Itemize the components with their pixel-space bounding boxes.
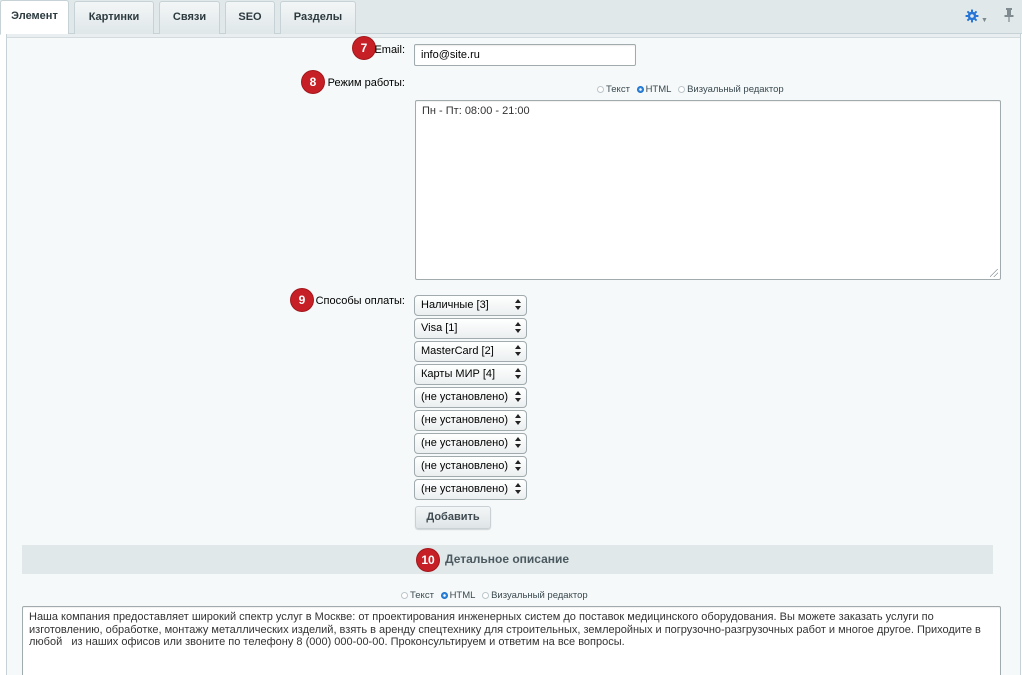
tab-element[interactable]: Элемент xyxy=(0,0,69,35)
tab-label: Разделы xyxy=(293,11,343,23)
tab-pictures[interactable]: Картинки xyxy=(74,1,154,34)
step-badge-8: 8 xyxy=(302,71,324,93)
payment-select[interactable]: Наличные [3] xyxy=(414,295,527,316)
select-arrows-icon xyxy=(515,299,521,312)
hours-mode-switch: Текст HTML Визуальный редактор xyxy=(597,84,788,96)
payment-select[interactable]: (не установлено) xyxy=(414,456,527,477)
chevron-down-icon: ▼ xyxy=(981,17,988,24)
pin-icon[interactable] xyxy=(1003,7,1015,25)
email-label: Email: xyxy=(374,44,405,56)
email-field[interactable] xyxy=(414,44,636,66)
tab-seo[interactable]: SEO xyxy=(225,1,275,34)
payment-select[interactable]: MasterCard [2] xyxy=(414,341,527,362)
select-arrows-icon xyxy=(515,322,521,335)
select-arrows-icon xyxy=(515,391,521,404)
select-arrows-icon xyxy=(515,437,521,450)
radio-selected-icon xyxy=(636,86,644,93)
step-badge-7: 7 xyxy=(353,37,375,59)
select-value: (не установлено) xyxy=(421,414,508,426)
tab-sections[interactable]: Разделы xyxy=(280,1,356,34)
mode-label: Текст xyxy=(410,590,434,601)
select-arrows-icon xyxy=(515,345,521,358)
hours-mode-text[interactable]: Текст xyxy=(597,84,630,95)
mode-label: Текст xyxy=(606,84,630,95)
hours-text: Пн - Пт: 08:00 - 21:00 xyxy=(422,105,530,117)
description-text: Наша компания предоставляет широкий спек… xyxy=(29,611,984,648)
radio-icon xyxy=(401,592,408,599)
section-title: Детальное описание xyxy=(445,552,570,566)
description-mode-html[interactable]: HTML xyxy=(440,590,476,601)
element-form: 7 Email: 8 Режим работы: Текст HTML Визу… xyxy=(6,34,1021,675)
select-arrows-icon xyxy=(515,460,521,473)
tab-label: Картинки xyxy=(88,11,140,23)
scroll-top-edge xyxy=(7,34,1020,38)
hours-mode-html[interactable]: HTML xyxy=(636,84,672,95)
select-value: (не установлено) xyxy=(421,437,508,449)
select-value: (не установлено) xyxy=(421,483,508,495)
tab-bar: Элемент Картинки Связи SEO Разделы ▼ xyxy=(0,0,1022,35)
payment-label: Способы оплаты: xyxy=(315,295,405,307)
select-value: Наличные [3] xyxy=(421,299,489,311)
tab-label: Элемент xyxy=(11,10,58,22)
select-value: Visa [1] xyxy=(421,322,458,334)
radio-icon xyxy=(597,86,604,93)
mode-label: Визуальный редактор xyxy=(687,84,784,95)
payment-select[interactable]: (не установлено) xyxy=(414,410,527,431)
gear-icon[interactable]: ▼ xyxy=(965,7,988,25)
select-value: MasterCard [2] xyxy=(421,345,494,357)
payment-select[interactable]: (не установлено) xyxy=(414,479,527,500)
resize-handle-icon[interactable] xyxy=(990,269,998,277)
tab-links[interactable]: Связи xyxy=(159,1,220,34)
select-arrows-icon xyxy=(515,483,521,496)
mode-label: Визуальный редактор xyxy=(491,590,588,601)
radio-icon xyxy=(678,86,686,93)
add-payment-button[interactable]: Добавить xyxy=(415,506,491,529)
select-value: (не установлено) xyxy=(421,460,508,472)
select-value: (не установлено) xyxy=(421,391,508,403)
payment-select[interactable]: (не установлено) xyxy=(414,433,527,454)
select-arrows-icon xyxy=(515,368,521,381)
hours-textarea[interactable]: Пн - Пт: 08:00 - 21:00 xyxy=(415,100,1001,280)
mode-label: HTML xyxy=(449,590,476,601)
step-badge-9: 9 xyxy=(291,289,313,311)
radio-selected-icon xyxy=(440,592,448,599)
radio-icon xyxy=(482,592,490,599)
tab-label: SEO xyxy=(238,11,262,23)
hours-mode-visual[interactable]: Визуальный редактор xyxy=(678,84,784,95)
mode-label: HTML xyxy=(645,84,672,95)
select-arrows-icon xyxy=(515,414,521,427)
payment-select[interactable]: Карты МИР [4] xyxy=(414,364,527,385)
payment-select[interactable]: Visa [1] xyxy=(414,318,527,339)
description-mode-visual[interactable]: Визуальный редактор xyxy=(482,590,588,601)
tab-label: Связи xyxy=(172,11,207,23)
description-mode-text[interactable]: Текст xyxy=(401,590,434,601)
section-header-description: 10 Детальное описание xyxy=(22,545,993,574)
description-textarea[interactable]: Наша компания предоставляет широкий спек… xyxy=(22,606,1001,675)
hours-label: Режим работы: xyxy=(327,77,405,89)
description-mode-switch: Текст HTML Визуальный редактор xyxy=(401,590,592,602)
step-badge-10: 10 xyxy=(417,549,439,571)
payment-select[interactable]: (не установлено) xyxy=(414,387,527,408)
select-value: Карты МИР [4] xyxy=(421,368,496,380)
